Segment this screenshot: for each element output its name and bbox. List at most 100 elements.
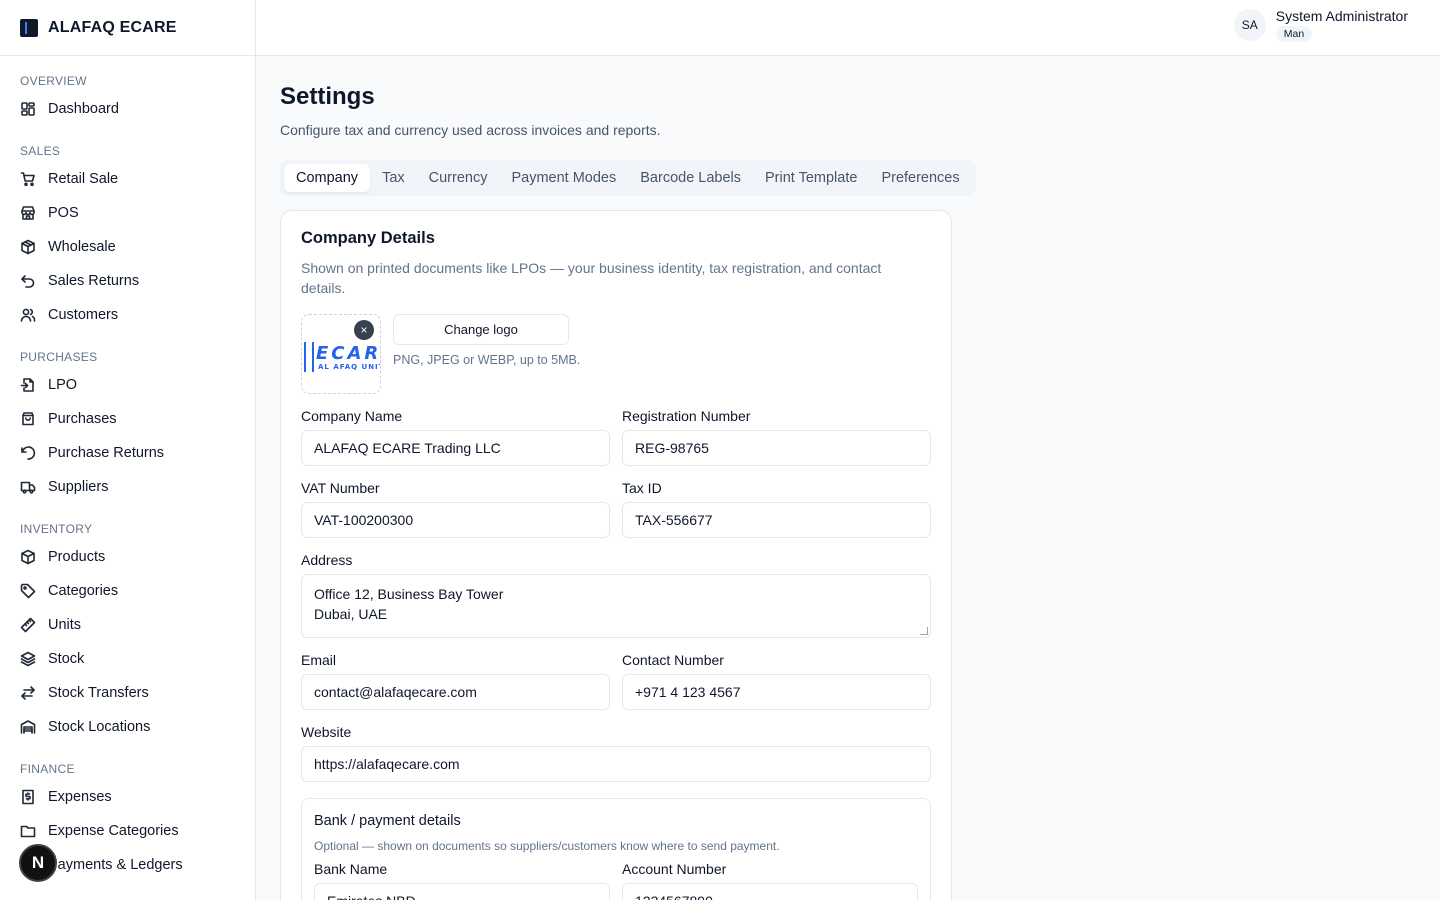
sidebar-item-stock-locations[interactable]: Stock Locations xyxy=(0,710,255,744)
sidebar-item-wholesale[interactable]: Wholesale xyxy=(0,230,255,264)
sidebar-item-expense-categories[interactable]: Expense Categories xyxy=(0,814,255,848)
registration-number-input[interactable]: REG-98765 xyxy=(622,430,931,466)
sidebar-item-label: Units xyxy=(48,617,82,633)
sidebar: ALAFAQ ECARE OVERVIEW Dashboard SALES Re… xyxy=(0,0,256,900)
account-number-input[interactable]: 1234567890 xyxy=(622,883,918,900)
user-menu[interactable]: SA System Administrator Man xyxy=(1233,8,1408,42)
address-textarea[interactable]: Office 12, Business Bay Tower Dubai, UAE xyxy=(301,574,931,638)
sidebar-item-stock[interactable]: Stock xyxy=(0,642,255,676)
sidebar-item-products[interactable]: Products xyxy=(0,540,255,574)
field-label: Contact Number xyxy=(622,652,724,668)
sidebar-item-purchase-returns[interactable]: Purchase Returns xyxy=(0,436,255,470)
tab-barcode-labels[interactable]: Barcode Labels xyxy=(628,164,753,192)
sidebar-item-label: POS xyxy=(48,205,79,221)
ruler-icon xyxy=(20,617,36,633)
logo-hint: PNG, JPEG or WEBP, up to 5MB. xyxy=(393,353,581,367)
sidebar-item-lpo[interactable]: LPO xyxy=(0,368,255,402)
undo-icon xyxy=(21,275,35,288)
shopping-bag-icon xyxy=(22,412,34,426)
user-info: System Administrator Man xyxy=(1275,8,1408,42)
user-role-badge: Man xyxy=(1275,26,1313,42)
nav-heading: SALES xyxy=(20,144,61,158)
settings-page: Settings Configure tax and currency used… xyxy=(256,56,1440,900)
tab-tax[interactable]: Tax xyxy=(370,164,417,192)
logo-row: ECAR AL AFAQ UNIT × Change logo PNG, JPE… xyxy=(301,314,931,394)
email-input[interactable]: contact@alafaqecare.com xyxy=(301,674,610,710)
sidebar-item-label: LPO xyxy=(48,377,78,393)
form-row: VAT Number VAT-100200300 Tax ID TAX-5566… xyxy=(301,480,931,538)
user-name: System Administrator xyxy=(1275,8,1408,24)
tab-company[interactable]: Company xyxy=(284,164,371,192)
truck-icon xyxy=(20,481,36,494)
nav-heading: INVENTORY xyxy=(20,522,93,536)
address-line: Dubai, UAE xyxy=(314,606,388,622)
vat-number-input[interactable]: VAT-100200300 xyxy=(301,502,610,538)
dev-tools-badge[interactable]: N xyxy=(19,844,57,882)
logo-mark-icon xyxy=(304,342,314,372)
avatar: SA xyxy=(1233,9,1266,41)
website-field: Website https://alafaqecare.com xyxy=(301,724,931,782)
sidebar-item-categories[interactable]: Categories xyxy=(0,574,255,608)
package-icon xyxy=(21,239,35,255)
field-label: Tax ID xyxy=(622,480,662,496)
sidebar-nav: OVERVIEW Dashboard SALES Retail Sale POS… xyxy=(0,56,255,882)
shopping-cart-icon xyxy=(20,172,35,187)
sidebar-item-pos[interactable]: POS xyxy=(0,196,255,230)
field-label: Company Name xyxy=(301,408,403,424)
tab-payment-modes[interactable]: Payment Modes xyxy=(499,164,628,192)
company-name-input[interactable]: ALAFAQ ECARE Trading LLC xyxy=(301,430,610,466)
bank-name-input[interactable]: Emirates NBD xyxy=(314,883,610,900)
sidebar-item-label: Purchase Returns xyxy=(48,445,165,461)
bank-section-description: Optional — shown on documents so supplie… xyxy=(314,839,780,853)
form-row: Company Name ALAFAQ ECARE Trading LLC Re… xyxy=(301,408,931,466)
sidebar-item-label: Stock Locations xyxy=(48,719,151,735)
page-title: Settings xyxy=(280,83,375,110)
logo-subtext: AL AFAQ UNIT xyxy=(318,363,381,371)
email-field: Email contact@alafaqecare.com xyxy=(301,652,610,710)
sidebar-item-stock-transfers[interactable]: Stock Transfers xyxy=(0,676,255,710)
nav-section-overview: OVERVIEW Dashboard xyxy=(0,70,255,126)
sidebar-item-label: Expense Categories xyxy=(48,823,179,839)
sidebar-item-purchases[interactable]: Purchases xyxy=(0,402,255,436)
company-details-card: Company Details Shown on printed documen… xyxy=(280,210,952,900)
sidebar-item-label: Wholesale xyxy=(48,239,116,255)
form-row: Bank Name Emirates NBD Account Number 12… xyxy=(314,861,918,900)
account-number-field: Account Number 1234567890 xyxy=(622,861,918,900)
nav-section-purchases: PURCHASES LPO Purchases Purchase Returns… xyxy=(0,346,255,504)
sidebar-item-label: Suppliers xyxy=(48,479,109,495)
tax-id-input[interactable]: TAX-556677 xyxy=(622,502,931,538)
contact-number-input[interactable]: +971 4 123 4567 xyxy=(622,674,931,710)
resize-handle-icon[interactable] xyxy=(920,627,928,635)
sidebar-item-customers[interactable]: Customers xyxy=(0,298,255,332)
sidebar-item-units[interactable]: Units xyxy=(0,608,255,642)
warehouse-icon xyxy=(20,720,36,734)
receipt-icon xyxy=(22,789,34,805)
tab-preferences[interactable]: Preferences xyxy=(869,164,971,192)
company-logo-preview: ECAR AL AFAQ UNIT × xyxy=(301,314,381,394)
main-content: Settings Configure tax and currency used… xyxy=(256,56,1440,900)
field-label: Account Number xyxy=(622,861,727,877)
sidebar-item-expenses[interactable]: Expenses xyxy=(0,780,255,814)
contact-number-field: Contact Number +971 4 123 4567 xyxy=(622,652,931,710)
sidebar-item-label: Payments & Ledgers xyxy=(48,857,183,873)
change-logo-button[interactable]: Change logo xyxy=(393,314,569,345)
nav-section-sales: SALES Retail Sale POS Wholesale Sales Re… xyxy=(0,140,255,332)
tab-currency[interactable]: Currency xyxy=(417,164,500,192)
tax-id-field: Tax ID TAX-556677 xyxy=(622,480,931,538)
sidebar-item-sales-returns[interactable]: Sales Returns xyxy=(0,264,255,298)
sidebar-item-suppliers[interactable]: Suppliers xyxy=(0,470,255,504)
company-name-field: Company Name ALAFAQ ECARE Trading LLC xyxy=(301,408,610,466)
brand-name: ALAFAQ ECARE xyxy=(48,18,177,36)
logo-actions: Change logo PNG, JPEG or WEBP, up to 5MB… xyxy=(393,314,580,367)
sidebar-item-dashboard[interactable]: Dashboard xyxy=(0,92,255,126)
tab-print-template[interactable]: Print Template xyxy=(753,164,869,192)
sidebar-item-label: Expenses xyxy=(48,789,112,805)
website-input[interactable]: https://alafaqecare.com xyxy=(301,746,931,782)
topbar: SA System Administrator Man xyxy=(256,0,1440,56)
field-label: VAT Number xyxy=(301,480,380,496)
layers-icon xyxy=(20,651,36,667)
sidebar-item-retail-sale[interactable]: Retail Sale xyxy=(0,162,255,196)
remove-logo-button[interactable]: × xyxy=(354,320,374,340)
sidebar-item-label: Retail Sale xyxy=(48,171,119,187)
brand[interactable]: ALAFAQ ECARE xyxy=(0,0,255,56)
